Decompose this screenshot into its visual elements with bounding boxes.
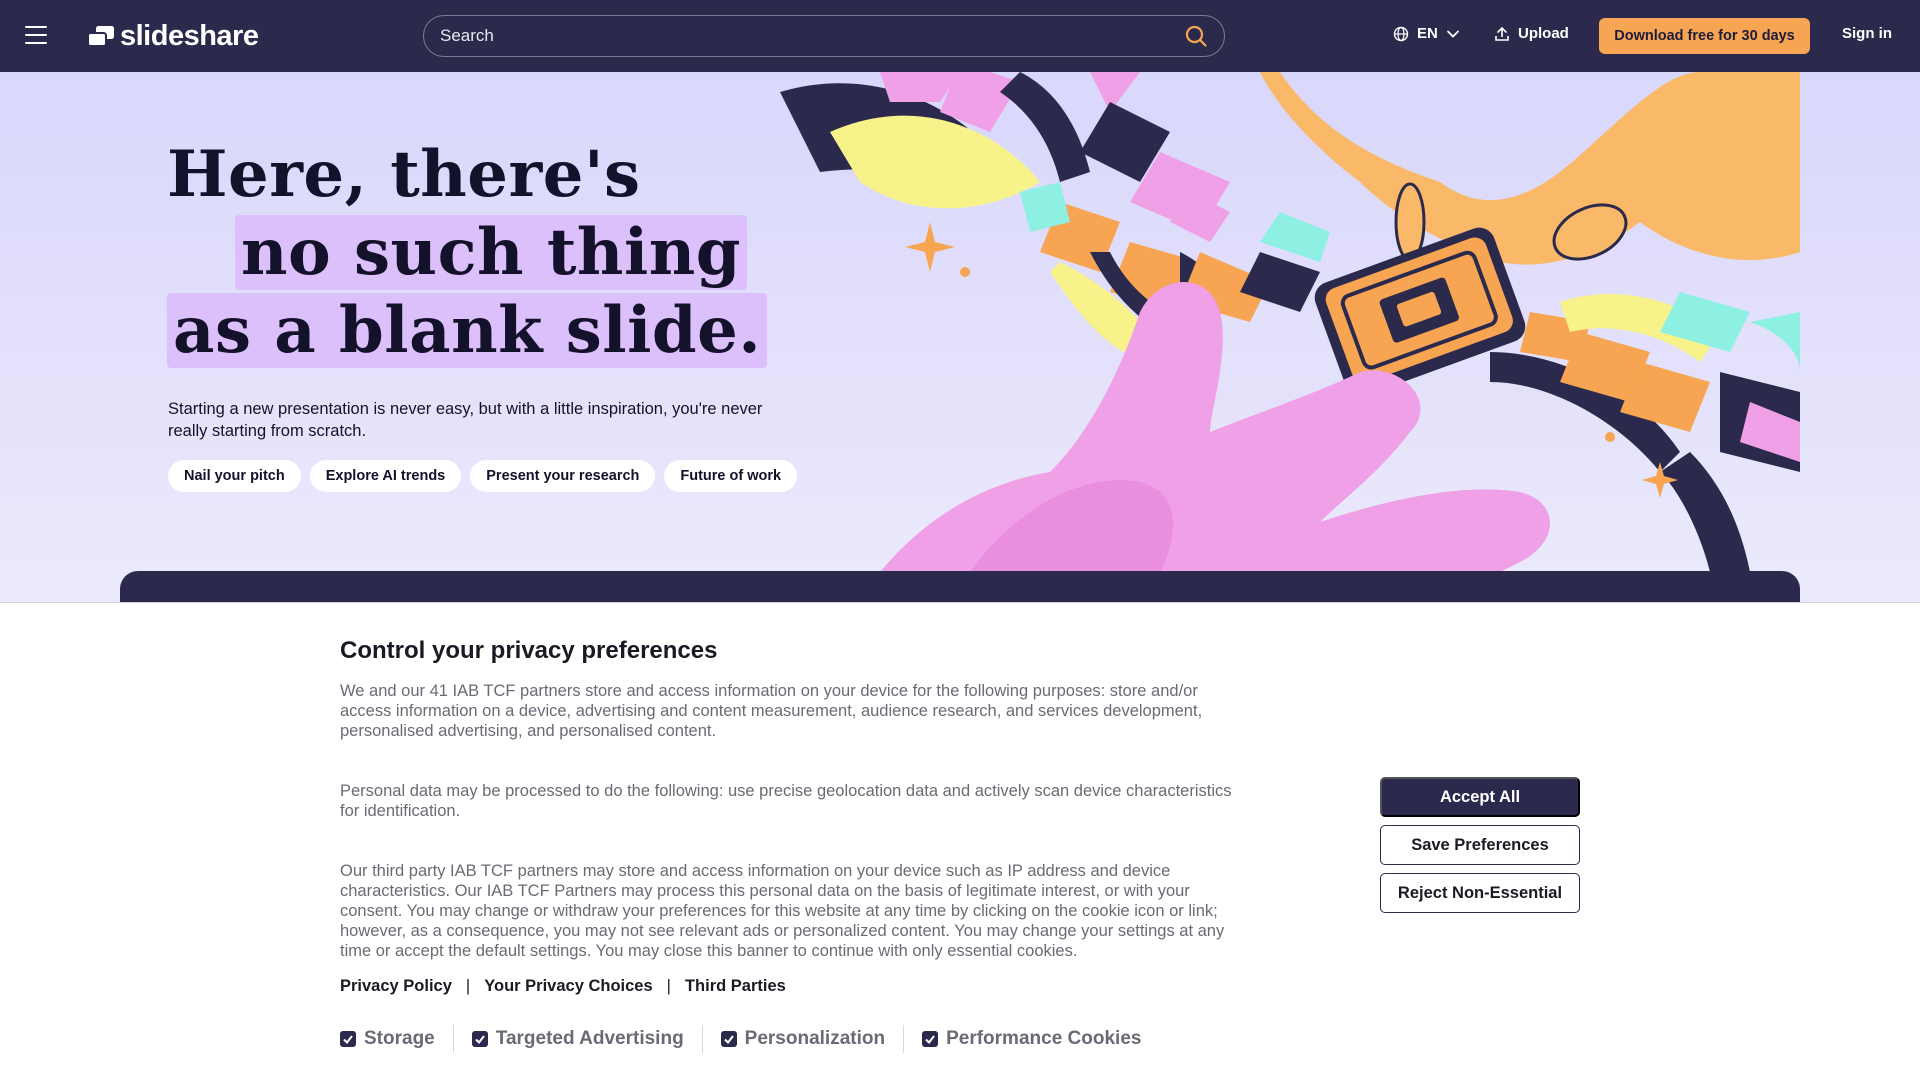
hero-subtext: Starting a new presentation is never eas…	[168, 400, 763, 440]
privacy-banner: Control your privacy preferences We and …	[0, 602, 1920, 1080]
privacy-choices-link[interactable]: Your Privacy Choices	[484, 977, 652, 996]
chip-explore-ai-trends[interactable]: Explore AI trends	[309, 460, 462, 492]
globe-icon	[1393, 26, 1409, 41]
chevron-down-icon	[1446, 30, 1459, 38]
sign-in-link[interactable]: Sign in	[1842, 25, 1892, 42]
upload-icon	[1495, 26, 1509, 41]
consent-checkboxes: Storage Targeted Advertising Personaliza…	[340, 1025, 1141, 1053]
language-label: EN	[1417, 25, 1438, 42]
language-selector[interactable]: EN	[1393, 25, 1460, 42]
save-preferences-button[interactable]: Save Preferences	[1380, 825, 1580, 865]
checkbox-checked-icon[interactable]	[340, 1031, 356, 1047]
upload-label: Upload	[1518, 25, 1569, 42]
link-separator: |	[465, 977, 471, 995]
checkbox-label: Personalization	[744, 1028, 886, 1049]
headline-line-3: as a blank slide.	[167, 293, 768, 368]
hero-headline: Here, there's no such thing as a blank s…	[167, 136, 768, 370]
privacy-title: Control your privacy preferences	[340, 637, 718, 664]
link-separator: |	[666, 977, 671, 995]
headline-line-2: no such thing	[235, 215, 748, 290]
divider	[903, 1025, 905, 1053]
divider	[701, 1025, 703, 1053]
search-bar[interactable]: Search	[423, 15, 1225, 57]
checkbox-targeted-advertising[interactable]: Targeted Advertising	[471, 1028, 684, 1050]
download-free-button[interactable]: Download free for 30 days	[1599, 18, 1810, 54]
upload-button[interactable]: Upload	[1494, 25, 1569, 42]
slideshare-logo-icon	[87, 25, 114, 48]
top-nav: slideshare Search EN Upload Download fre…	[0, 0, 1920, 72]
hero-section: Here, there's no such thing as a blank s…	[0, 72, 1920, 602]
checkbox-checked-icon[interactable]	[720, 1031, 737, 1047]
checkbox-label: Performance Cookies	[946, 1028, 1142, 1049]
checkbox-checked-icon[interactable]	[922, 1031, 939, 1047]
headline-line-1: Here, there's	[167, 137, 641, 212]
reject-non-essential-button[interactable]: Reject Non-Essential	[1380, 873, 1580, 913]
brand-name: slideshare	[120, 20, 259, 52]
checkbox-checked-icon[interactable]	[471, 1031, 488, 1047]
checkbox-label: Storage	[364, 1028, 435, 1049]
accept-all-button[interactable]: Accept All	[1380, 777, 1580, 817]
chip-present-your-research[interactable]: Present your research	[470, 460, 656, 492]
divider	[452, 1025, 454, 1053]
slideshare-logo[interactable]: slideshare	[87, 20, 259, 53]
topic-chips: Nail your pitch Explore AI trends Presen…	[168, 460, 798, 492]
privacy-paragraph-3: Our third party IAB TCF partners may sto…	[340, 862, 1225, 960]
privacy-links: Privacy Policy | Your Privacy Choices | …	[340, 977, 786, 996]
checkbox-personalization[interactable]: Personalization	[720, 1028, 886, 1050]
chip-nail-your-pitch[interactable]: Nail your pitch	[168, 460, 301, 492]
privacy-paragraph-1: We and our 41 IAB TCF partners store and…	[340, 682, 1203, 740]
chip-future-of-work[interactable]: Future of work	[664, 460, 798, 492]
search-icon[interactable]	[1184, 24, 1208, 48]
checkbox-storage[interactable]: Storage	[340, 1028, 435, 1050]
checkbox-performance-cookies[interactable]: Performance Cookies	[922, 1028, 1141, 1050]
menu-icon[interactable]	[25, 26, 47, 46]
hero-illustration	[780, 72, 1800, 572]
third-parties-link[interactable]: Third Parties	[685, 977, 786, 996]
search-input[interactable]: Search	[440, 26, 1184, 46]
privacy-paragraph-2: Personal data may be processed to do the…	[340, 782, 1232, 820]
checkbox-label: Targeted Advertising	[495, 1028, 684, 1049]
privacy-policy-link[interactable]: Privacy Policy	[340, 977, 452, 996]
